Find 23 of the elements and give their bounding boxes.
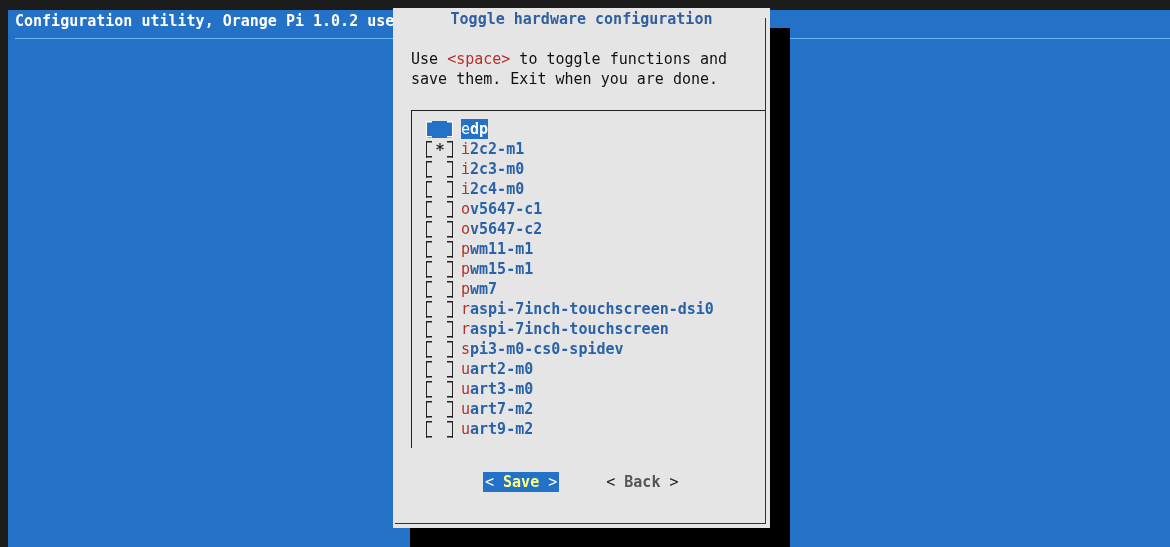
checklist-item[interactable]: uart2-m0 [461, 359, 534, 379]
checklist-item[interactable]: pwm15-m1 [461, 259, 534, 279]
instructions-text: Use <space> to toggle functions and save them. Exit when you are done. [411, 49, 729, 89]
header-title: Configuration utility, Orange Pi 1.0.2 use [15, 11, 395, 31]
dialog-button[interactable]: < Save > [483, 472, 560, 492]
checklist-item[interactable]: raspi-7inch-touchscreen [461, 319, 669, 339]
dialog-title: Toggle hardware configuration [450, 9, 713, 29]
dialog-button[interactable]: < Back > [604, 472, 681, 492]
checklist-item[interactable]: raspi-7inch-touchscreen-dsi0 [461, 299, 714, 319]
checklist-item[interactable]: i2c4-m0 [461, 179, 525, 199]
asterisk-icon [435, 142, 444, 151]
checklist-item[interactable]: i2c2-m1 [461, 139, 525, 159]
checklist-item[interactable]: pwm7 [461, 279, 498, 299]
checklist-item[interactable]: ov5647-c1 [461, 199, 543, 219]
checklist-item[interactable]: uart9-m2 [461, 419, 534, 439]
checklist-item[interactable]: i2c3-m0 [461, 159, 525, 179]
checklist-item[interactable]: ov5647-c2 [461, 219, 543, 239]
checklist-item[interactable]: pwm11-m1 [461, 239, 534, 259]
checklist-item[interactable]: uart3-m0 [461, 379, 534, 399]
checklist-item[interactable]: spi3-m0-cs0-spidev [461, 339, 624, 359]
checklist-item[interactable]: uart7-m2 [461, 399, 534, 419]
checkbox[interactable] [426, 140, 453, 158]
checklist-item[interactable]: edp [461, 119, 489, 139]
